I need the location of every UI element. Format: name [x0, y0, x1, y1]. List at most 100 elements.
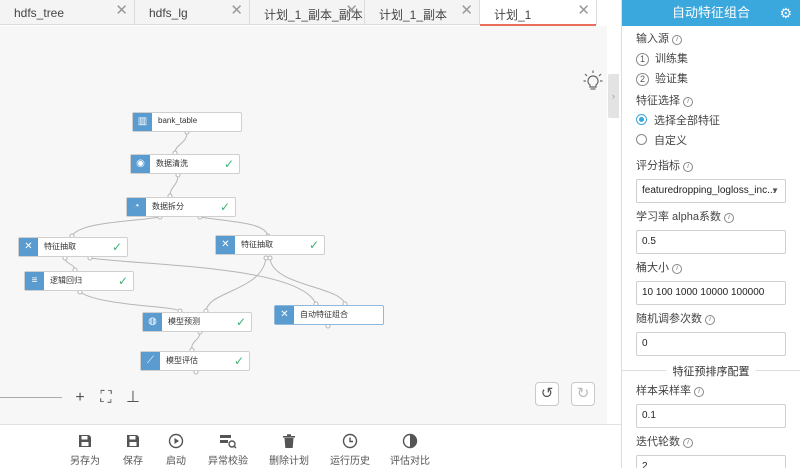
info-icon[interactable]: i	[672, 35, 682, 45]
anomaly-check-button[interactable]: 异常校验	[198, 433, 258, 467]
close-icon[interactable]: ✕	[460, 3, 473, 19]
node-model-predict[interactable]: ◍ 模型预测 ✓	[142, 312, 252, 332]
tab-hdfs-tree[interactable]: hdfs_tree ✕	[0, 0, 135, 25]
select-value: featuredropping_logloss_inc...	[642, 185, 776, 196]
node-bank-table[interactable]: ▥ bank_table	[132, 112, 242, 132]
radio-label: 选择全部特征	[654, 115, 720, 127]
radio-label: 自定义	[654, 135, 687, 147]
node-data-clean[interactable]: ◉ 数据清洗 ✓	[130, 154, 240, 174]
chevron-right-icon: ›	[612, 91, 615, 101]
node-logistic-regression[interactable]: ≡ 逻辑回归 ✓	[24, 271, 134, 291]
run-history-button[interactable]: 运行历史	[320, 433, 380, 467]
node-label: 数据拆分	[152, 202, 184, 211]
trash-icon	[283, 434, 295, 448]
clock-icon	[342, 433, 358, 449]
gear-icon[interactable]: ⚙	[779, 0, 792, 26]
node-model-evaluate[interactable]: ⟋ 模型评估 ✓	[140, 351, 250, 371]
section-title: 特征预排序配置	[666, 363, 756, 379]
input-item: 1 训练集	[636, 49, 786, 69]
node-auto-feature-combine[interactable]: ✕ 自动特征组合	[274, 305, 384, 325]
edge	[71, 216, 161, 237]
success-check-icon: ✓	[219, 200, 230, 214]
bucket-input[interactable]: 10 100 1000 10000 100000	[636, 281, 786, 305]
edge	[199, 216, 269, 237]
chevron-down-icon: ▼	[771, 186, 779, 195]
layout-tree-icon[interactable]: ⊥	[124, 389, 142, 407]
redo-button[interactable]: ↻	[571, 382, 595, 406]
edge	[174, 131, 188, 154]
radio-button-checked[interactable]	[636, 114, 647, 125]
iter-input[interactable]: 2	[636, 455, 786, 468]
lightbulb-icon[interactable]	[583, 70, 603, 92]
delete-plan-button[interactable]: 删除计划	[259, 433, 319, 467]
input-label: 训练集	[655, 53, 688, 65]
input-number: 2	[636, 73, 649, 86]
label-text: 桶大小	[636, 262, 669, 274]
fit-screen-icon[interactable]: ⛶	[97, 389, 115, 407]
panel-collapse-handle[interactable]: ›	[608, 74, 619, 118]
alpha-label: 学习率 alpha系数 i	[636, 207, 786, 227]
toolbar-label: 异常校验	[208, 456, 248, 467]
close-icon[interactable]: ✕	[230, 3, 243, 19]
evaluate-compare-button[interactable]: 评估对比	[380, 433, 440, 467]
success-check-icon: ✓	[308, 238, 319, 252]
alpha-input[interactable]: 0.5	[636, 230, 786, 254]
metric-select[interactable]: featuredropping_logloss_inc... ▼	[636, 179, 786, 203]
info-icon[interactable]: i	[683, 162, 693, 172]
sample-input[interactable]: 0.1	[636, 404, 786, 428]
tune-label: 随机调参次数 i	[636, 309, 786, 329]
regression-icon: ≡	[25, 272, 44, 290]
input-label: 验证集	[655, 73, 688, 85]
panel-title: 自动特征组合	[671, 5, 750, 20]
save-icon	[127, 435, 139, 447]
feature-icon: ✕	[275, 306, 294, 324]
sample-label: 样本采样率 i	[636, 381, 786, 401]
label-text: 迭代轮数	[636, 436, 680, 448]
radio-select-all[interactable]: 选择全部特征	[636, 111, 786, 131]
tab-plan-copy-copy[interactable]: 计划_1_副本_副本 ✕	[250, 0, 365, 25]
compare-icon	[402, 433, 418, 449]
tab-hdfs-lg[interactable]: hdfs_lg ✕	[135, 0, 250, 25]
node-label: bank_table	[158, 116, 198, 125]
close-icon[interactable]: ✕	[115, 3, 128, 19]
radio-button[interactable]	[636, 134, 647, 145]
edge	[205, 257, 267, 312]
toolbar-label: 评估对比	[390, 456, 430, 467]
zoom-slider[interactable]	[0, 397, 62, 398]
tab-label: hdfs_lg	[149, 6, 188, 20]
predict-icon: ◍	[143, 313, 162, 331]
info-icon[interactable]: i	[683, 438, 693, 448]
tab-plan-1[interactable]: 计划_1 ✕	[480, 0, 597, 26]
workflow-canvas[interactable]: ▥ bank_table ◉ 数据清洗 ✓ ◔ 数据拆分 ✓ ✕ 特征抽取 ✓ …	[0, 26, 607, 424]
radio-custom[interactable]: 自定义	[636, 131, 786, 151]
node-label: 模型预测	[168, 317, 200, 326]
close-icon[interactable]: ✕	[577, 3, 590, 19]
info-icon[interactable]: i	[705, 315, 715, 325]
tab-plan-copy[interactable]: 计划_1_副本 ✕	[365, 0, 480, 25]
info-icon[interactable]: i	[723, 213, 734, 223]
node-feature-extract-2[interactable]: ✕ 特征抽取 ✓	[215, 235, 325, 255]
edge	[191, 331, 201, 351]
success-check-icon: ✓	[235, 315, 246, 329]
info-icon[interactable]: i	[672, 264, 682, 274]
start-button[interactable]: 启动	[146, 433, 206, 467]
success-check-icon: ✓	[117, 274, 128, 288]
node-feature-extract-1[interactable]: ✕ 特征抽取 ✓	[18, 237, 128, 257]
info-icon[interactable]: i	[683, 97, 693, 107]
info-icon[interactable]: i	[694, 387, 704, 397]
tab-label: 计划_1_副本	[379, 8, 448, 22]
node-label: 模型评估	[166, 356, 198, 365]
zoom-in-icon[interactable]: +	[71, 389, 89, 407]
tab-label: 计划_1	[494, 8, 532, 22]
close-icon[interactable]: ✕	[345, 3, 358, 19]
node-data-split[interactable]: ◔ 数据拆分 ✓	[126, 197, 236, 217]
toolbar-label: 运行历史	[330, 456, 370, 467]
label-text: 特征选择	[636, 95, 680, 107]
bucket-label: 桶大小 i	[636, 258, 786, 278]
toolbar-label: 删除计划	[269, 456, 309, 467]
undo-button[interactable]: ↺	[535, 382, 559, 406]
iter-label: 迭代轮数 i	[636, 432, 786, 452]
tune-input[interactable]: 0	[636, 332, 786, 356]
success-check-icon: ✓	[233, 354, 244, 368]
node-label: 特征抽取	[241, 240, 273, 249]
